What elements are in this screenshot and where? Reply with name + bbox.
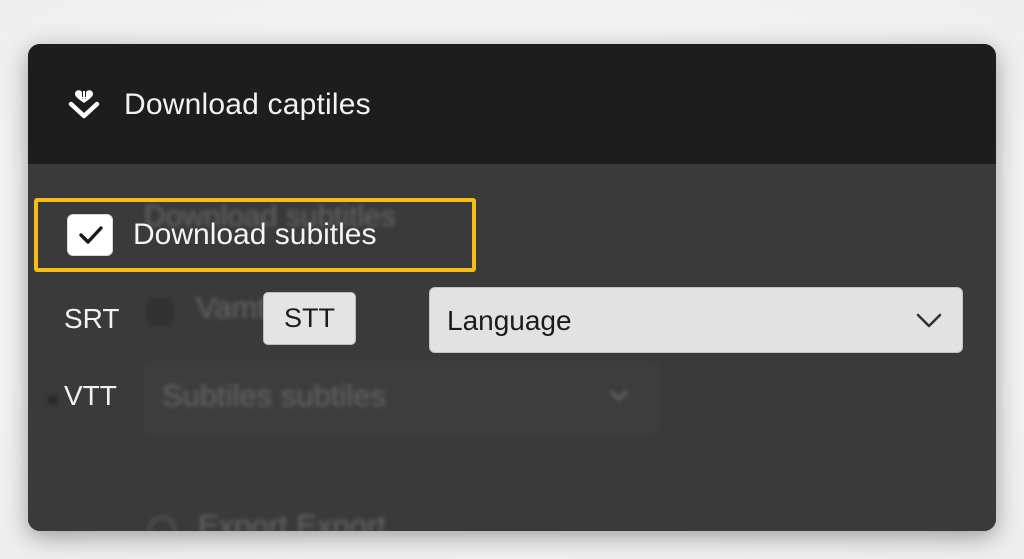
ghost-chevron-down-icon (609, 389, 629, 402)
download-subtitles-label[interactable]: Download subitles (133, 218, 376, 252)
checkmark-icon (79, 226, 103, 244)
ghost-export: Export Export (198, 508, 386, 531)
chevron-down-icon (916, 313, 942, 328)
ghost-radio (148, 516, 176, 531)
download-subtitles-checkbox[interactable] (67, 214, 113, 256)
language-select[interactable]: Language (429, 287, 963, 353)
download-heart-icon (64, 86, 104, 126)
dialog-title: Download captiles (124, 88, 371, 121)
format-vtt-label: VTT (64, 380, 117, 411)
format-srt-label: SRT (64, 303, 120, 334)
ghost-checkbox (146, 298, 174, 326)
ghost-subtitles-select-text: Subtiles subtiles (162, 378, 387, 413)
language-select-value: Language (447, 305, 572, 336)
screen-background: Download captiles Download subtitles Vam… (0, 0, 1024, 559)
stt-button[interactable]: STT (263, 292, 356, 345)
ghost-marker (48, 396, 58, 404)
dialog-titlebar: Download captiles (28, 44, 996, 164)
